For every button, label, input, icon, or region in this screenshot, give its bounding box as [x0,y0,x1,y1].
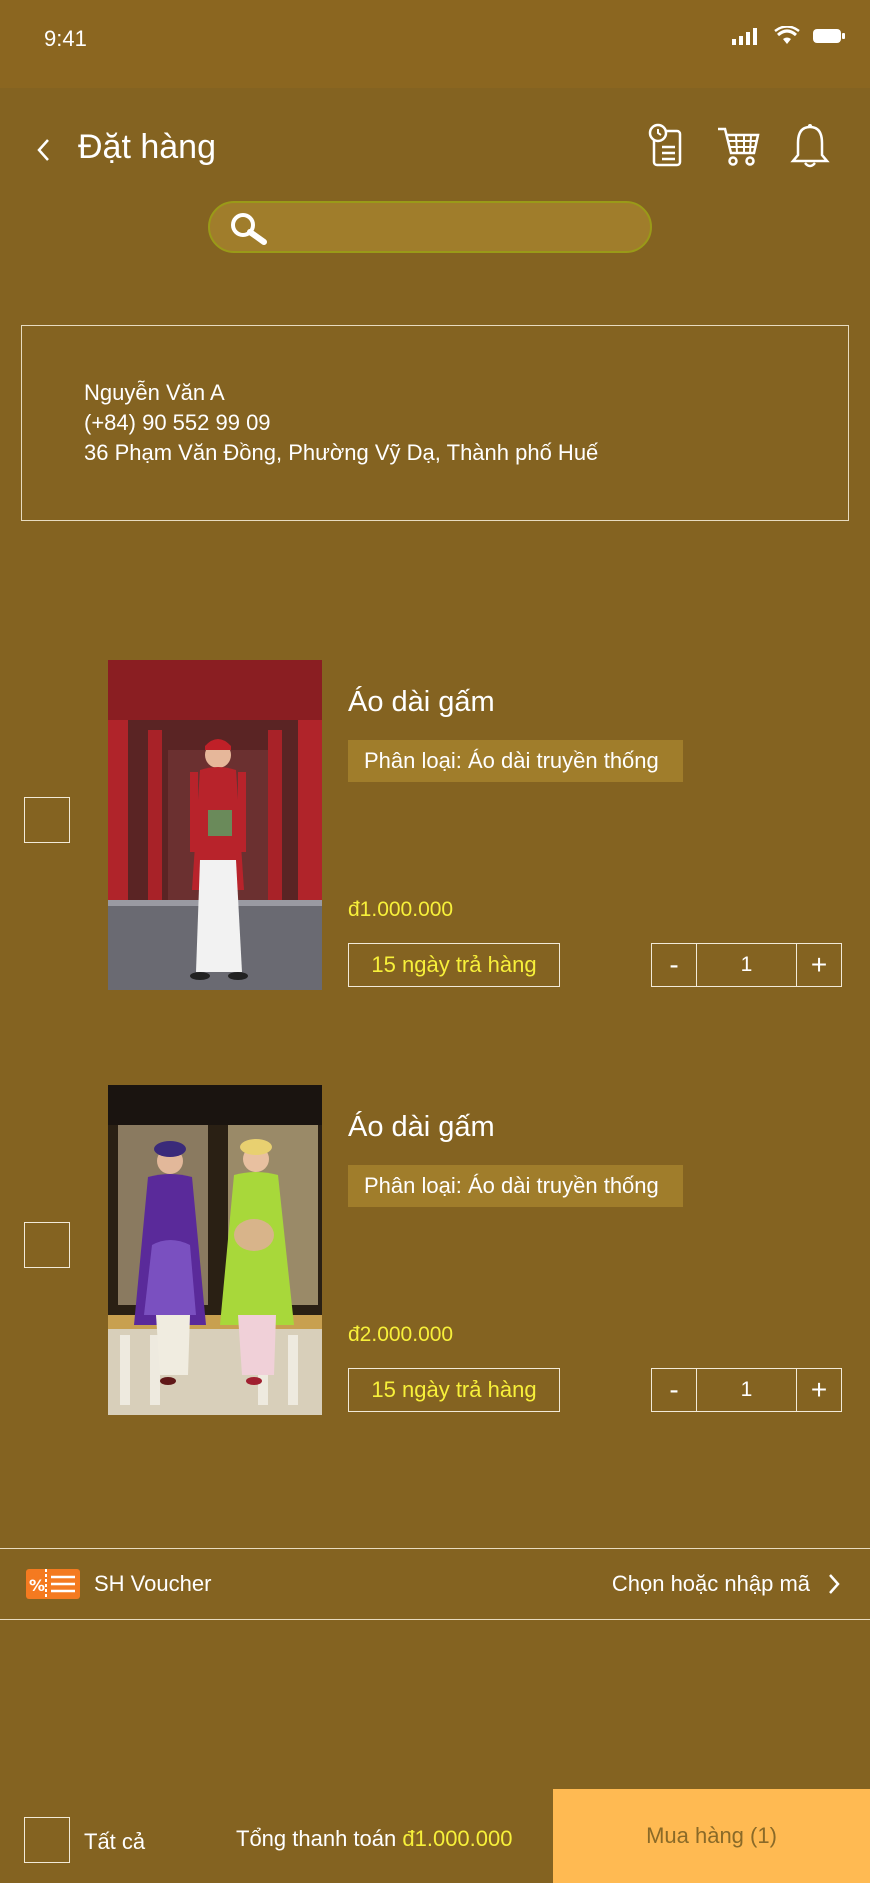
cart-button[interactable] [714,118,762,174]
chevron-left-icon [37,139,49,161]
recipient-phone: (+84) 90 552 99 09 [84,410,271,435]
increase-quantity-button[interactable]: + [796,1369,841,1411]
item-checkbox[interactable] [24,1222,70,1268]
decrease-quantity-button[interactable]: - [652,944,697,986]
recipient-name: Nguyễn Văn A [84,380,225,405]
quantity-stepper: - 1 + [651,1368,842,1412]
status-time: 9:41 [44,26,87,51]
product-variant[interactable]: Phân loại: Áo dài truyền thống [348,740,683,782]
product-variant[interactable]: Phân loại: Áo dài truyền thống [348,1165,683,1207]
order-list-icon [648,123,682,167]
product-title: Áo dài gấm [348,1111,495,1143]
voucher-row[interactable]: % SH Voucher Chọn hoặc nhập mã [0,1548,870,1620]
product-image[interactable] [108,660,322,990]
search-icon [231,213,267,245]
buy-button[interactable]: Mua hàng (1) [553,1789,870,1883]
search-input[interactable] [280,211,630,245]
product-price: đ2.000.000 [348,1323,454,1346]
product-image[interactable] [108,1085,322,1415]
decrease-quantity-button[interactable]: - [652,1369,697,1411]
voucher-label: SH Voucher [94,1571,212,1596]
battery-icon [813,29,845,43]
product-photo [108,1085,322,1415]
status-icons [732,26,846,46]
increase-quantity-button[interactable]: + [796,944,841,986]
select-all-label: Tất cả [84,1829,146,1854]
wifi-icon [774,26,800,44]
bell-icon [790,124,830,168]
voucher-icon: % [26,1569,80,1599]
page-title: Đặt hàng [78,128,216,166]
return-policy-badge: 15 ngày trả hàng [348,943,560,987]
header: Đặt hàng [0,88,870,288]
total-value: đ1.000.000 [402,1826,513,1851]
signal-icon [732,28,757,45]
quantity-stepper: - 1 + [651,943,842,987]
cart-item: Áo dài gấm Phân loại: Áo dài truyền thốn… [0,660,870,990]
return-policy-badge: 15 ngày trả hàng [348,1368,560,1412]
quantity-value[interactable]: 1 [697,1369,796,1411]
select-all-checkbox[interactable] [24,1817,70,1863]
product-price: đ1.000.000 [348,898,454,921]
order-history-button[interactable] [642,118,690,174]
product-photo [108,660,322,990]
checkout-bar: Tất cả Tổng thanh toán đ1.000.000 Mua hà… [0,1789,870,1883]
chevron-right-icon [829,1574,840,1594]
status-bar: 9:41 [0,0,870,88]
recipient-address: 36 Phạm Văn Đồng, Phường Vỹ Dạ, Thành ph… [84,440,599,465]
notification-button[interactable] [786,118,834,174]
shipping-address-card[interactable]: Nguyễn Văn A (+84) 90 552 99 09 36 Phạm … [21,325,849,521]
svg-text:%: % [29,1576,45,1595]
back-button[interactable] [28,130,58,170]
quantity-value[interactable]: 1 [697,944,796,986]
total-payment: Tổng thanh toán đ1.000.000 [236,1826,512,1852]
voucher-select-link[interactable]: Chọn hoặc nhập mã [612,1571,810,1597]
search-bar[interactable] [208,201,652,253]
total-label: Tổng thanh toán [236,1826,397,1851]
product-title: Áo dài gấm [348,686,495,718]
item-checkbox[interactable] [24,797,70,843]
cart-icon [718,127,760,166]
cart-item: Áo dài gấm Phân loại: Áo dài truyền thốn… [0,1085,870,1415]
